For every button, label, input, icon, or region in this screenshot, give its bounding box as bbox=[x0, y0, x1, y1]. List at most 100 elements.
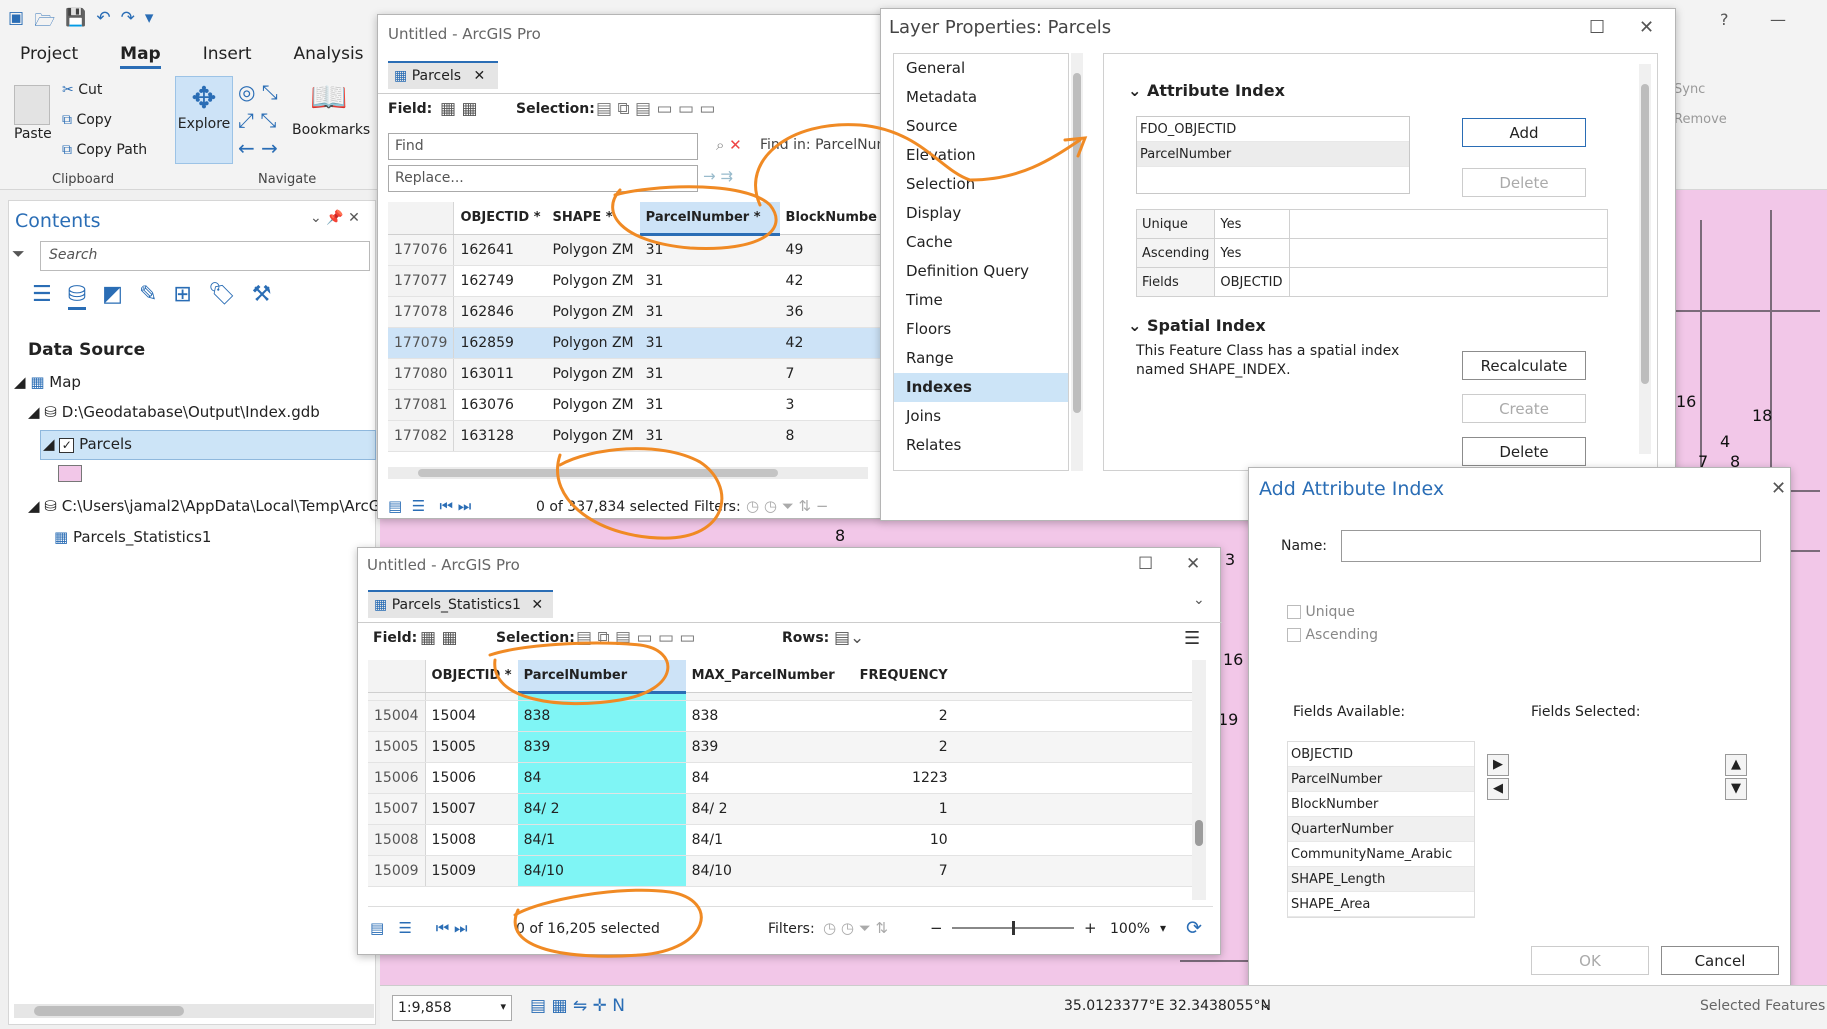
table-row[interactable]: 15004 15004 838 838 2 bbox=[368, 700, 1196, 732]
cell[interactable]: 162749 bbox=[453, 265, 547, 297]
undo-icon[interactable]: ↶ bbox=[96, 8, 110, 37]
add-index-button[interactable]: Add bbox=[1462, 118, 1586, 147]
cell[interactable]: 162859 bbox=[453, 327, 547, 359]
row-number[interactable]: 15004 bbox=[368, 700, 426, 732]
field-item[interactable]: CommunityName_Arabic bbox=[1288, 842, 1474, 867]
unique-checkbox[interactable]: Unique bbox=[1287, 604, 1355, 620]
nav-source[interactable]: Source bbox=[894, 112, 1068, 141]
cell[interactable]: 31 bbox=[639, 265, 780, 297]
cell[interactable]: 7 bbox=[779, 358, 883, 390]
cell[interactable]: 84/1 bbox=[685, 824, 854, 856]
recalculate-button[interactable]: Recalculate bbox=[1462, 351, 1586, 380]
cell[interactable]: 162641 bbox=[453, 234, 547, 266]
row-number[interactable]: 177076 bbox=[388, 234, 455, 266]
field-item[interactable]: QuarterNumber bbox=[1288, 817, 1474, 842]
zoom-tools-icon[interactable]: ◎ ⤡ bbox=[238, 80, 278, 104]
move-up-icon[interactable]: ▲ bbox=[1725, 754, 1747, 776]
paste-button[interactable]: Paste bbox=[14, 126, 52, 142]
name-input[interactable] bbox=[1341, 530, 1761, 562]
field-item[interactable]: BlockNumber bbox=[1288, 792, 1474, 817]
row-number[interactable]: 15008 bbox=[368, 824, 426, 856]
row-number[interactable]: 15006 bbox=[368, 762, 426, 794]
nav-joins[interactable]: Joins bbox=[894, 402, 1068, 431]
table-row[interactable]: 177080 163011 Polygon ZM 31 7 bbox=[388, 358, 883, 390]
cell[interactable]: Polygon ZM bbox=[546, 358, 640, 390]
cell[interactable]: 838 bbox=[685, 700, 854, 732]
cell[interactable]: 7 bbox=[853, 855, 954, 887]
nav-selection[interactable]: Selection bbox=[894, 170, 1068, 199]
table-row[interactable]: 177076 162641 Polygon ZM 31 49 bbox=[388, 234, 883, 266]
column-header[interactable]: SHAPE * bbox=[546, 202, 640, 235]
panel-scrollbar[interactable] bbox=[1639, 64, 1651, 454]
close-icon[interactable]: ✕ bbox=[531, 597, 543, 613]
paste-icon[interactable] bbox=[14, 85, 50, 125]
selection-tools-icon[interactable]: ▤ ⧉ ▤ ▭ ▭ ▭ bbox=[596, 99, 715, 119]
column-header[interactable]: FREQUENCY bbox=[853, 660, 954, 693]
tree-map[interactable]: ◢ ▦ Map bbox=[14, 373, 81, 391]
find-icons[interactable]: ⌕ ✕ bbox=[716, 136, 742, 154]
cell[interactable]: 31 bbox=[639, 420, 780, 452]
nav-general[interactable]: General bbox=[894, 54, 1068, 83]
cell[interactable]: 838 bbox=[517, 700, 686, 732]
tab-project[interactable]: Project bbox=[20, 44, 78, 69]
cell[interactable]: 31 bbox=[639, 296, 780, 328]
column-header[interactable]: ParcelNumber bbox=[517, 660, 686, 694]
row-number[interactable]: 177082 bbox=[388, 420, 455, 452]
table-row[interactable]: 15006 15006 84 84 1223 bbox=[368, 762, 1196, 794]
redo-icon[interactable]: ↷ bbox=[121, 8, 135, 37]
field-item[interactable]: SHAPE_Area bbox=[1288, 892, 1474, 917]
pane-controls[interactable]: ⌄ 📌 ✕ bbox=[310, 210, 360, 226]
remove-field-arrow-icon[interactable]: ◀ bbox=[1487, 778, 1509, 800]
column-header[interactable]: OBJECTID * bbox=[425, 660, 518, 693]
sync-button[interactable]: Sync bbox=[1674, 82, 1705, 97]
cell[interactable]: 1223 bbox=[853, 762, 954, 794]
nav-metadata[interactable]: Metadata bbox=[894, 83, 1068, 112]
nav-indexes[interactable]: Indexes bbox=[894, 373, 1068, 402]
expand-icon[interactable]: ◢ bbox=[14, 373, 26, 391]
tree-temp[interactable]: ◢ ⛁ C:\Users\jamal2\AppData\Local\Temp\A… bbox=[28, 497, 378, 515]
cell[interactable]: 49 bbox=[779, 234, 883, 266]
field-tools-icon[interactable]: ▦ ▦ bbox=[440, 99, 478, 119]
cell[interactable]: 31 bbox=[639, 327, 780, 359]
zoom-dropdown-icon[interactable]: ▾ bbox=[1160, 921, 1166, 935]
close-icon[interactable]: ✕ bbox=[1771, 478, 1786, 499]
table-row-selected[interactable]: 177079 162859 Polygon ZM 31 42 bbox=[388, 327, 883, 359]
cell[interactable]: 163128 bbox=[453, 420, 547, 452]
cell[interactable]: 2 bbox=[853, 700, 954, 732]
copy-button[interactable]: ⧉ Copy bbox=[62, 112, 112, 128]
table-row[interactable]: 177078 162846 Polygon ZM 31 36 bbox=[388, 296, 883, 328]
snapping-icon[interactable]: ⊞ bbox=[173, 282, 191, 310]
checkbox[interactable]: ✓ bbox=[59, 438, 75, 453]
contents-scrollbar[interactable] bbox=[14, 1004, 374, 1018]
index-item[interactable]: FDO_OBJECTID bbox=[1137, 117, 1409, 142]
explore-button[interactable]: ✥ Explore bbox=[175, 76, 233, 164]
row-number[interactable]: 177078 bbox=[388, 296, 455, 328]
table-row[interactable]: 15008 15008 84/1 84/1 10 bbox=[368, 824, 1196, 856]
minimize-icon[interactable]: — bbox=[1770, 10, 1786, 29]
filter-icon[interactable]: ⏷ bbox=[12, 244, 25, 264]
tree-stats[interactable]: ▦ Parcels_Statistics1 bbox=[54, 528, 211, 546]
cell[interactable]: 31 bbox=[639, 234, 780, 266]
nav-relates[interactable]: Relates bbox=[894, 431, 1068, 460]
row-header-corner[interactable] bbox=[388, 202, 455, 235]
cell[interactable]: 15006 bbox=[425, 762, 518, 794]
field-item[interactable]: ParcelNumber bbox=[1288, 767, 1474, 792]
cell[interactable]: 84/10 bbox=[685, 855, 854, 887]
spatial-index-header[interactable]: ⌄ Spatial Index bbox=[1128, 316, 1266, 335]
tab-map[interactable]: Map bbox=[120, 44, 161, 69]
coordinate-dropdown-icon[interactable]: ⌄ bbox=[1260, 997, 1271, 1012]
table-row[interactable]: 177082 163128 Polygon ZM 31 8 bbox=[388, 420, 883, 452]
move-down-icon[interactable]: ▼ bbox=[1725, 778, 1747, 800]
maximize-icon[interactable]: ☐ bbox=[1589, 17, 1605, 38]
row-number[interactable]: 177080 bbox=[388, 358, 455, 390]
cell[interactable]: 42 bbox=[779, 327, 883, 359]
cell[interactable]: 84 bbox=[685, 762, 854, 794]
filter-icons[interactable]: ◷ ◷ ⏷ ⇅ bbox=[823, 919, 888, 937]
zoom-in-icon[interactable]: + bbox=[1084, 919, 1097, 937]
tab-analysis[interactable]: Analysis bbox=[294, 44, 364, 69]
column-header[interactable]: BlockNumbe bbox=[779, 202, 883, 235]
tree-parcels[interactable]: ◢ ✓ Parcels bbox=[40, 430, 376, 460]
cell[interactable]: 1 bbox=[853, 793, 954, 825]
attribute-index-header[interactable]: ⌄ Attribute Index bbox=[1128, 81, 1285, 100]
cell[interactable]: 10 bbox=[853, 824, 954, 856]
